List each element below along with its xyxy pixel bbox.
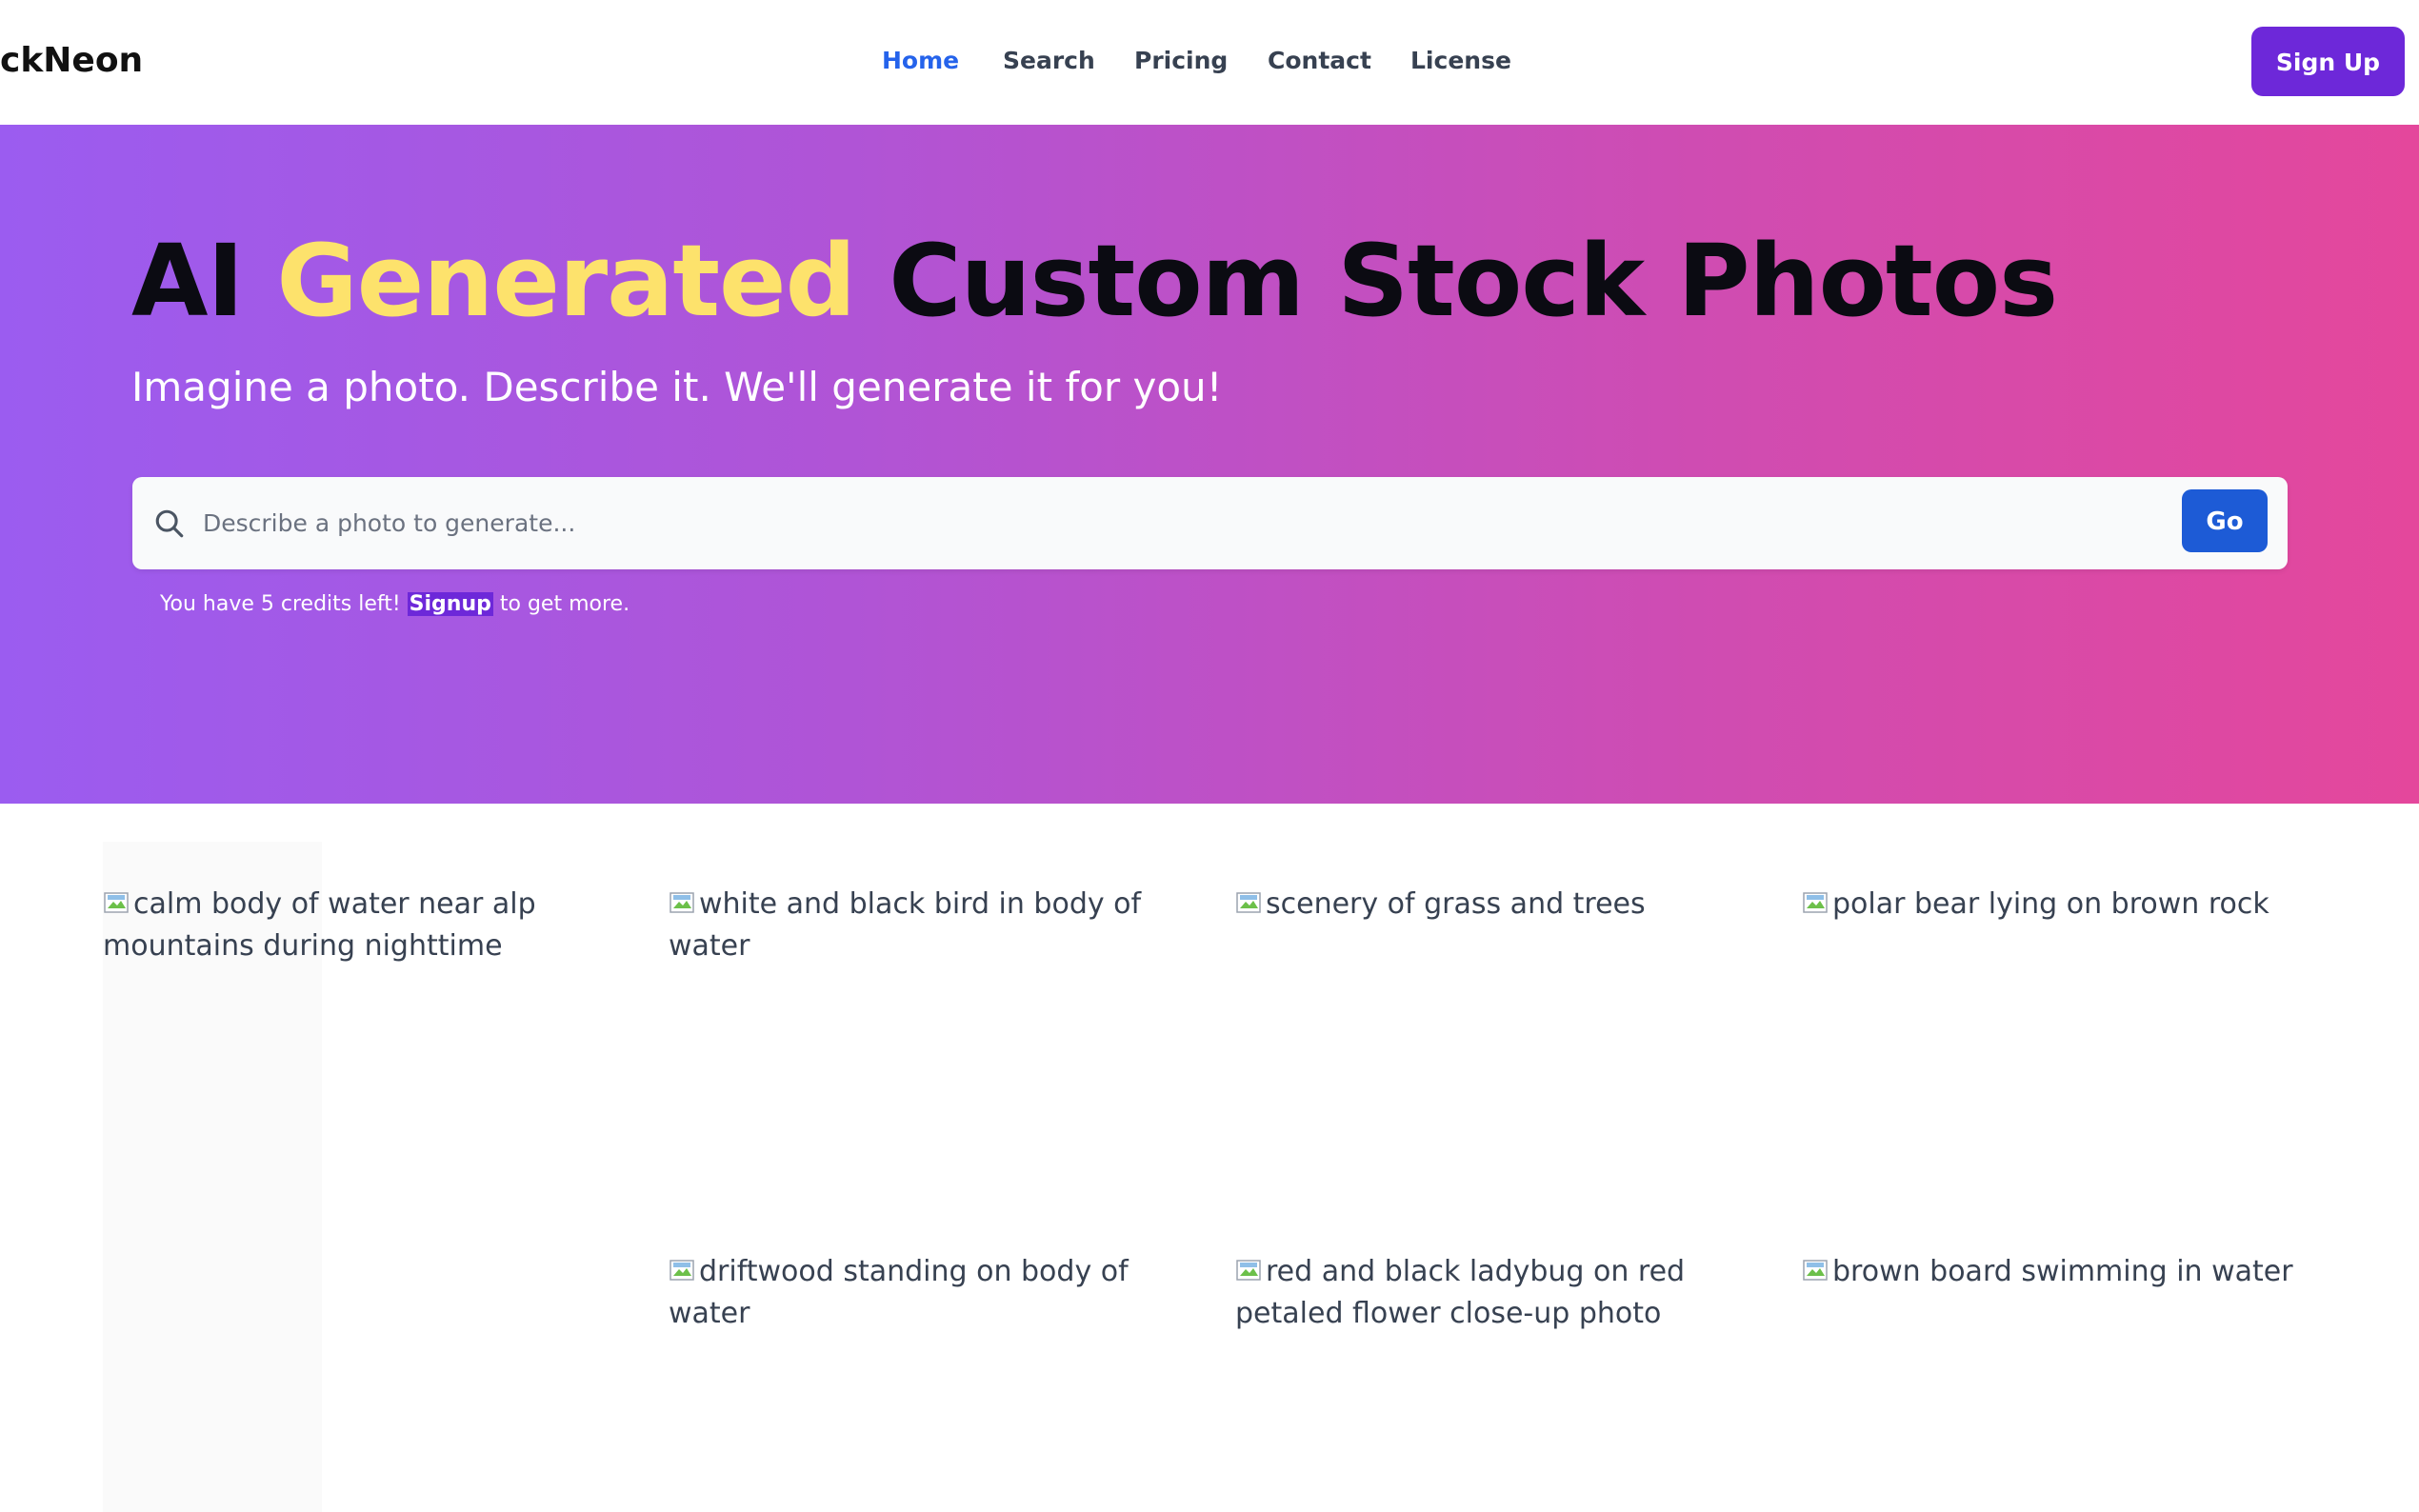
nav-contact[interactable]: Contact (1268, 44, 1410, 78)
gallery-photo[interactable]: calm body of water near alp mountains du… (103, 884, 541, 967)
generate-prompt-input[interactable] (201, 496, 2106, 549)
gallery-photo[interactable]: white and black bird in body of water (669, 884, 1164, 967)
hero-title: AI Generated Custom Stock Photos (131, 223, 2058, 339)
top-navbar: ckNeon Home Search Pricing Contact Licen… (0, 0, 2419, 125)
broken-image-icon (1803, 1260, 1828, 1281)
gallery-photo[interactable]: polar bear lying on brown rock (1802, 884, 2297, 925)
gallery-photo[interactable]: driftwood standing on body of water (669, 1251, 1164, 1335)
photo-alt-text: polar bear lying on brown rock (1832, 887, 2269, 921)
sign-up-button[interactable]: Sign Up (2251, 27, 2405, 96)
broken-image-icon (1236, 1260, 1261, 1281)
gallery-photo[interactable]: scenery of grass and trees (1235, 884, 1730, 925)
broken-image-icon (670, 892, 694, 913)
credits-notice: You have 5 credits left! Signup to get m… (160, 589, 630, 620)
credits-text: You have 5 credits left! (160, 592, 408, 616)
photo-alt-text: red and black ladybug on red petaled flo… (1235, 1255, 1686, 1330)
main-nav: Home Search Pricing Contact License (882, 44, 1515, 78)
generate-search-bar: Go (132, 477, 2288, 569)
gallery-photo[interactable]: red and black ladybug on red petaled flo… (1235, 1251, 1730, 1335)
hero-subtitle: Imagine a photo. Describe it. We'll gene… (131, 364, 1223, 410)
hero-section: AI Generated Custom Stock Photos Imagine… (0, 125, 2419, 804)
broken-image-icon (1803, 892, 1828, 913)
credits-suffix: to get more. (492, 592, 630, 616)
brand-logo[interactable]: ckNeon (0, 42, 143, 80)
nav-home[interactable]: Home (882, 44, 1003, 78)
nav-search[interactable]: Search (1003, 44, 1134, 78)
photo-alt-text: scenery of grass and trees (1266, 887, 1646, 921)
signup-link[interactable]: Signup (407, 592, 493, 616)
broken-image-icon (670, 1260, 694, 1281)
photo-alt-text: white and black bird in body of water (669, 887, 1142, 963)
broken-image-icon (104, 892, 129, 913)
photo-gallery: calm body of water near alp mountains du… (0, 804, 2419, 1512)
go-button[interactable]: Go (2182, 489, 2268, 552)
hero-title-part1: AI (131, 223, 277, 339)
photo-alt-text: driftwood standing on body of water (669, 1255, 1129, 1330)
broken-image-icon (1236, 892, 1261, 913)
search-icon (155, 509, 184, 538)
photo-alt-text: brown board swimming in water (1832, 1255, 2293, 1288)
gallery-photo[interactable]: brown board swimming in water (1802, 1251, 2297, 1293)
hero-title-part2: Custom Stock Photos (855, 223, 2058, 339)
nav-license[interactable]: License (1410, 44, 1515, 78)
photo-alt-text: calm body of water near alp mountains du… (103, 887, 536, 963)
nav-pricing[interactable]: Pricing (1134, 44, 1268, 78)
hero-title-accent: Generated (276, 223, 856, 339)
